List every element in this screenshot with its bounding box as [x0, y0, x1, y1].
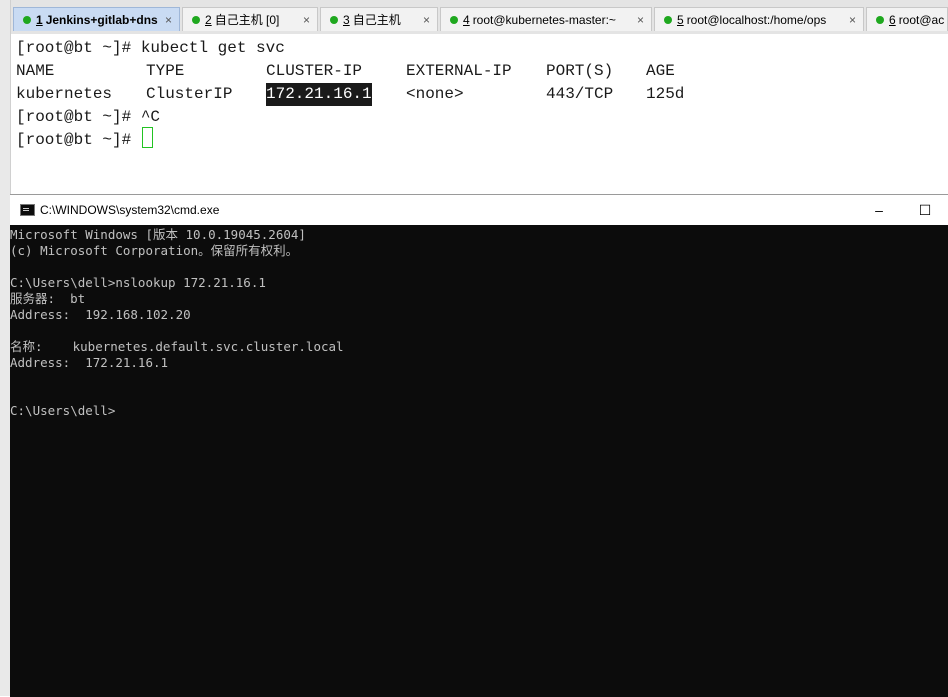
connected-status-icon [876, 15, 884, 24]
cmd-console-output[interactable]: Microsoft Windows [版本 10.0.19045.2604] (… [10, 225, 948, 697]
tab-own-host-0[interactable]: 2 自己主机 [0] × [182, 7, 318, 31]
cell-external-ip: <none> [406, 85, 464, 103]
close-tab-icon[interactable]: × [423, 8, 430, 31]
cmd-title-bar[interactable]: C:\WINDOWS\system32\cmd.exe – ☐ [10, 195, 948, 225]
cell-type: ClusterIP [146, 85, 233, 103]
console-line: C:\Users\dell>nslookup 172.21.16.1 [10, 275, 266, 290]
console-icon[interactable] [20, 204, 35, 216]
console-line: 服务器: bt [10, 291, 86, 306]
console-line: Address: 192.168.102.20 [10, 307, 191, 322]
tab-own-host[interactable]: 3 自己主机 × [320, 7, 438, 31]
console-line: Microsoft Windows [版本 10.0.19045.2604] [10, 227, 306, 242]
console-prompt-line: C:\Users\dell> [10, 403, 116, 418]
tab-label: Jenkins+gitlab+dns [45, 13, 158, 27]
header-ports: PORT(S) [546, 62, 614, 80]
header-external-ip: EXTERNAL-IP [406, 62, 512, 80]
connected-status-icon [23, 15, 31, 24]
connected-status-icon [192, 15, 200, 24]
terminal-line-4: [root@bt ~]# ^C [16, 106, 160, 129]
header-name: NAME [16, 62, 55, 80]
close-tab-icon[interactable]: × [303, 8, 310, 31]
prompt: [root@bt ~]# [16, 39, 132, 57]
terminal-line-5: [root@bt ~]# [16, 127, 153, 152]
header-age: AGE [646, 62, 675, 80]
connected-status-icon [330, 15, 338, 24]
tab-label: root@kubernetes-master:~ [472, 13, 616, 27]
tab-label: root@localhost:/home/ops [686, 13, 827, 27]
connected-status-icon [450, 15, 458, 24]
tab-label: 自己主机 [352, 13, 401, 27]
tab-kubernetes-master[interactable]: 4 root@kubernetes-master:~ × [440, 7, 652, 31]
console-line: Address: 172.21.16.1 [10, 355, 169, 370]
prompt: [root@bt ~]# [16, 131, 132, 149]
text-cursor [141, 127, 153, 149]
cmd-window: C:\WINDOWS\system32\cmd.exe – ☐ Microsof… [10, 194, 948, 697]
command-text: kubectl get svc [140, 39, 285, 57]
tab-jenkins-gitlab-dns[interactable]: 1 Jenkins+gitlab+dns × [13, 7, 180, 31]
svc-table-row: kubernetes ClusterIP 172.21.16.1 <none> … [16, 83, 736, 106]
cmd-window-title: C:\WINDOWS\system32\cmd.exe [40, 203, 220, 217]
tab-label: root@ac [898, 13, 945, 27]
svc-table-header: NAME TYPE CLUSTER-IP EXTERNAL-IP PORT(S)… [16, 60, 736, 83]
close-tab-icon[interactable]: × [849, 8, 856, 31]
minimize-button[interactable]: – [856, 195, 902, 225]
connected-status-icon [664, 15, 672, 24]
ssh-terminal[interactable]: [root@bt ~]# kubectl get svc NAME TYPE C… [11, 34, 948, 194]
tab-label: 自己主机 [0] [214, 13, 280, 27]
maximize-button[interactable]: ☐ [902, 195, 948, 225]
terminal-line-1: [root@bt ~]# kubectl get svc [16, 37, 285, 60]
close-tab-icon[interactable]: × [165, 8, 172, 31]
header-cluster-ip: CLUSTER-IP [266, 62, 363, 80]
cell-ports: 443/TCP [546, 85, 614, 103]
command-text: ^C [140, 108, 161, 126]
console-line: (c) Microsoft Corporation。保留所有权利。 [10, 243, 299, 258]
header-type: TYPE [146, 62, 185, 80]
console-line: 名称: kubernetes.default.svc.cluster.local [10, 339, 344, 354]
cell-name: kubernetes [16, 85, 113, 103]
cell-age: 125d [646, 85, 685, 103]
prompt: [root@bt ~]# [16, 108, 132, 126]
cell-cluster-ip-selected[interactable]: 172.21.16.1 [266, 83, 372, 106]
tab-localhost-home-ops[interactable]: 5 root@localhost:/home/ops × [654, 7, 864, 31]
tab-root-ac[interactable]: 6 root@ac [866, 7, 948, 31]
session-tab-bar: 1 Jenkins+gitlab+dns × 2 自己主机 [0] × 3 自己主机 × 4… [0, 0, 948, 34]
close-tab-icon[interactable]: × [637, 8, 644, 31]
